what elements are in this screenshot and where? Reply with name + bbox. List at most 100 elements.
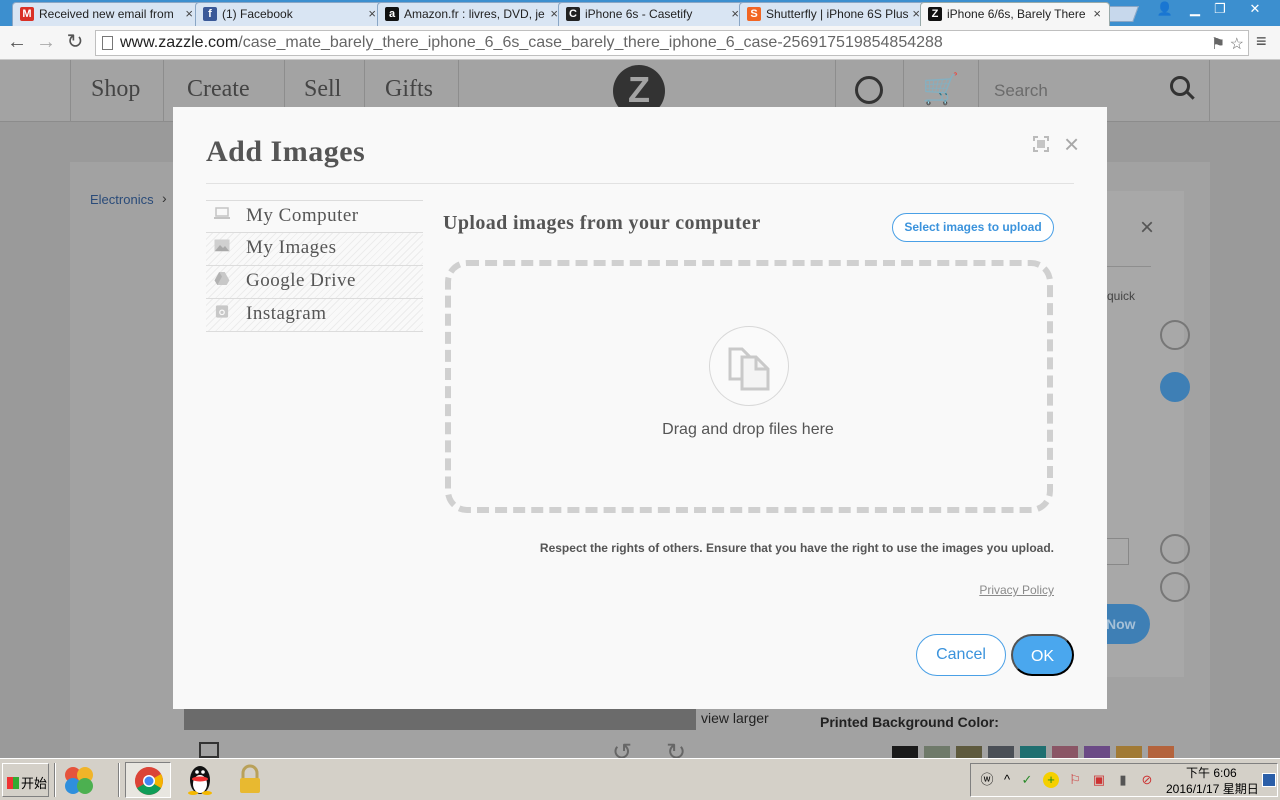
cart-icon[interactable]: 🛒 (922, 72, 959, 107)
select-images-button[interactable]: Select images to upload (892, 213, 1054, 242)
qq-icon[interactable] (177, 762, 223, 798)
radio-option-selected[interactable] (1160, 372, 1190, 402)
menu-icon[interactable]: ≡ (1256, 31, 1267, 52)
radio-option[interactable] (1160, 320, 1190, 350)
signal-icon[interactable]: ▮ (1115, 772, 1131, 788)
source-label: Google Drive (246, 270, 356, 291)
show-desktop-icon[interactable] (1262, 773, 1276, 787)
flag-icon[interactable]: ⚐ (1067, 772, 1083, 788)
privacy-policy-link[interactable]: Privacy Policy (954, 583, 1054, 597)
hardware-icon[interactable]: ▣ (1091, 772, 1107, 788)
tab-shutterfly[interactable]: S Shutterfly | iPhone 6S Plus × (739, 2, 929, 26)
tab-facebook[interactable]: f (1) Facebook × (195, 2, 385, 26)
color-swatch[interactable] (1116, 746, 1142, 758)
amazon-icon: a (385, 7, 399, 21)
url-domain: www.zazzle.com (120, 34, 239, 51)
nav-gifts[interactable]: Gifts (385, 76, 433, 103)
update-icon[interactable]: + (1043, 772, 1059, 788)
lock-icon[interactable] (227, 762, 273, 798)
tab-gmail[interactable]: M Received new email from × (12, 2, 202, 26)
back-icon[interactable]: ← (5, 31, 29, 55)
chrome-icon[interactable] (125, 762, 171, 798)
tab-title: Shutterfly | iPhone 6S Plus (766, 7, 909, 21)
start-button[interactable]: 开始 (2, 763, 49, 797)
translate-bookmark-icons[interactable]: ⚑ ☆ (1211, 34, 1244, 54)
security-icon[interactable]: ✓ (1019, 772, 1035, 788)
search-icon[interactable] (1170, 76, 1190, 96)
forward-icon[interactable]: → (34, 31, 58, 55)
url-path: /case_mate_barely_there_iphone_6_6s_case… (238, 34, 943, 51)
color-swatch[interactable] (988, 746, 1014, 758)
breadcrumb-chevron-icon: › (162, 190, 167, 206)
laptop-icon (214, 207, 230, 219)
tab-close-icon[interactable]: × (368, 6, 376, 21)
cancel-button[interactable]: Cancel (916, 634, 1006, 676)
drop-instructions: Drag and drop files here (662, 421, 834, 438)
account-icon[interactable] (855, 76, 883, 104)
ok-button[interactable]: OK (1011, 634, 1074, 676)
tab-close-icon[interactable]: × (912, 6, 920, 21)
drop-files-icon (709, 326, 789, 406)
windows-flag-icon (7, 777, 19, 789)
add-images-dialog: Add Images × My Computer My Images Googl… (173, 107, 1107, 709)
browser-toolbar: ← → ↻ www.zazzle.com/case_mate_barely_th… (0, 26, 1280, 60)
nav-create[interactable]: Create (187, 76, 250, 103)
side-panel-input[interactable] (1106, 538, 1129, 565)
user-icon[interactable]: 👤 (1152, 0, 1178, 18)
color-swatch[interactable] (1084, 746, 1110, 758)
radio-option[interactable] (1160, 534, 1190, 564)
clock-time: 下午 6:06 (1186, 766, 1237, 780)
divider (206, 183, 1074, 184)
reload-icon[interactable]: ↻ (63, 31, 87, 55)
minimize-button[interactable]: ▁ (1182, 0, 1208, 18)
source-google-drive[interactable]: Google Drive (206, 266, 423, 299)
product-image (184, 708, 696, 730)
color-swatch[interactable] (1020, 746, 1046, 758)
gmail-icon: M (20, 7, 34, 21)
breadcrumb[interactable]: Electronics (90, 192, 154, 207)
tab-amazon[interactable]: a Amazon.fr : livres, DVD, je × (377, 2, 567, 26)
window-close-button[interactable]: ✕ (1242, 0, 1268, 18)
source-my-computer[interactable]: My Computer (206, 200, 423, 233)
color-swatch[interactable] (1148, 746, 1174, 758)
tab-casetify[interactable]: C iPhone 6s - Casetify × (558, 2, 748, 26)
show-hidden-icons-icon[interactable]: ^ (999, 772, 1015, 788)
files-icon (728, 347, 770, 391)
divider (118, 763, 120, 797)
tab-close-icon[interactable]: × (185, 6, 193, 21)
color-swatch[interactable] (1052, 746, 1078, 758)
tab-title: Received new email from (39, 7, 174, 21)
source-my-images[interactable]: My Images (206, 233, 423, 266)
taskbar: 开始 ⓦ ^ ✓ + ⚐ ▣ ▮ ⊘ (0, 758, 1280, 800)
instagram-icon (215, 305, 229, 318)
tab-zazzle[interactable]: Z iPhone 6/6s, Barely There × (920, 2, 1110, 26)
color-swatch[interactable] (956, 746, 982, 758)
divider (1103, 266, 1151, 267)
view-larger-link[interactable]: view larger (701, 710, 769, 726)
maximize-button[interactable]: ❐ (1207, 0, 1233, 18)
radio-option[interactable] (1160, 572, 1190, 602)
nav-sell[interactable]: Sell (304, 76, 341, 103)
image-icon[interactable] (199, 742, 219, 758)
rights-notice: Respect the rights of others. Ensure tha… (539, 541, 1054, 555)
tab-close-icon[interactable]: × (550, 6, 558, 21)
close-icon[interactable]: × (1064, 129, 1079, 160)
printed-background-label: Printed Background Color: (820, 714, 999, 730)
source-instagram[interactable]: Instagram (206, 299, 423, 332)
source-label: My Computer (246, 205, 359, 226)
expand-icon[interactable] (1033, 136, 1049, 152)
color-swatch[interactable] (892, 746, 918, 758)
site-search-input[interactable]: Search (994, 81, 1048, 101)
color-swatch[interactable] (924, 746, 950, 758)
windows-media-icon[interactable] (56, 762, 102, 798)
address-bar[interactable]: www.zazzle.com/case_mate_barely_there_ip… (95, 30, 1249, 56)
tab-title: (1) Facebook (222, 7, 293, 21)
network-icon[interactable]: ⓦ (979, 772, 995, 788)
tab-close-icon[interactable]: × (1093, 6, 1101, 21)
source-label: My Images (246, 237, 337, 258)
clock-date: 2016/1/17 星期日 (1166, 782, 1259, 796)
tab-close-icon[interactable]: × (731, 6, 739, 21)
side-panel-close-icon[interactable]: × (1140, 214, 1154, 242)
volume-muted-icon[interactable]: ⊘ (1139, 772, 1155, 788)
nav-shop[interactable]: Shop (91, 76, 140, 103)
